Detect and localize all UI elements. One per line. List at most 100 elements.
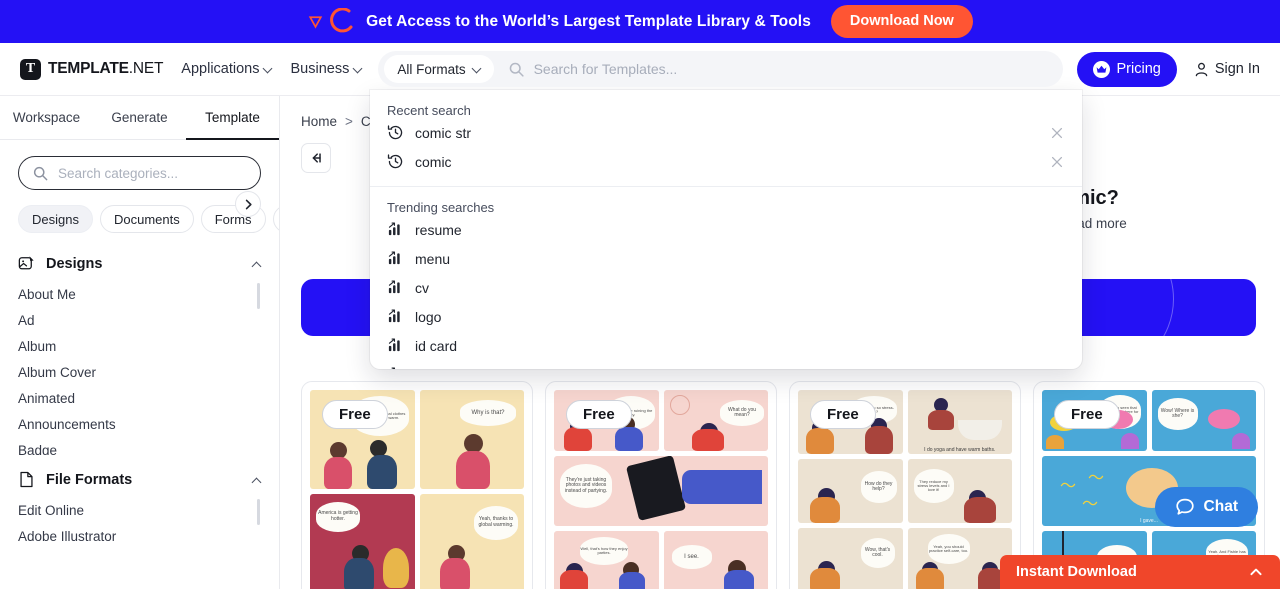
chevron-right-icon	[245, 199, 252, 209]
recent-search-text: comic str	[415, 124, 471, 141]
logo-text: TEMPLATE.NET	[48, 60, 163, 78]
close-icon[interactable]	[1049, 125, 1065, 141]
chevron-down-icon	[473, 65, 481, 73]
chip-documents[interactable]: Documents	[99, 205, 194, 233]
search-input-wrap	[494, 61, 1057, 78]
search-icon	[509, 62, 524, 77]
sign-in-button[interactable]: Sign In	[1193, 61, 1260, 78]
collapse-sidebar-button[interactable]	[301, 143, 331, 173]
pricing-label: Pricing	[1116, 61, 1161, 77]
comic-panel: America is getting hotter.	[310, 493, 415, 589]
trending-search-text: menu	[415, 250, 451, 267]
search-icon	[33, 166, 48, 180]
comic-panel: Yeah, you should practice self-care, too…	[907, 528, 1012, 589]
template-card[interactable]: Free Ugh, they are ruining the party. Wh…	[545, 381, 777, 589]
comic-panel: I see.	[663, 531, 768, 589]
chat-widget-button[interactable]: Chat	[1154, 487, 1258, 527]
all-formats-label: All Formats	[397, 61, 466, 77]
crown-icon	[1092, 60, 1110, 78]
sidebar-item-album[interactable]: Album	[0, 333, 279, 359]
header-actions: Pricing Sign In	[1076, 51, 1260, 87]
history-icon	[387, 154, 403, 169]
sidebar-item-announcements[interactable]: Announcements	[0, 411, 279, 437]
collapse-left-icon	[312, 153, 321, 163]
logo[interactable]: T TEMPLATE.NET	[20, 58, 163, 80]
sidebar-section-designs[interactable]: Designs	[0, 255, 279, 272]
tab-generate[interactable]: Generate	[93, 96, 186, 139]
download-now-button[interactable]: Download Now	[830, 5, 973, 38]
comic-panel: Wow! Where is she?	[1151, 390, 1256, 451]
recent-search-item[interactable]: comic	[370, 147, 1082, 176]
trending-search-item[interactable]: logo	[370, 302, 1082, 331]
trending-search-item[interactable]: resume	[370, 215, 1082, 244]
designs-scrollbar-thumb[interactable]	[257, 283, 260, 309]
crown-glyph	[1096, 65, 1106, 73]
nav-item-applications[interactable]: Applications	[181, 61, 272, 77]
recent-search-item[interactable]: comic str	[370, 118, 1082, 147]
comic-panel: How do they help?	[798, 459, 903, 523]
sidebar-item-edit-online[interactable]: Edit Online	[0, 497, 279, 523]
sidebar-tabs: Workspace Generate Template	[0, 96, 279, 140]
comic-panel: Well, that's how they enjoy parties.	[554, 531, 659, 589]
close-icon[interactable]	[1049, 154, 1065, 170]
all-formats-dropdown[interactable]: All Formats	[384, 55, 494, 83]
nav-item-business[interactable]: Business	[290, 61, 362, 77]
tab-workspace[interactable]: Workspace	[0, 96, 93, 139]
chips-next-button[interactable]	[235, 191, 261, 217]
chat-bubble-icon	[1175, 498, 1194, 515]
sidebar-section-file-formats-title: File Formats	[46, 471, 133, 488]
sidebar-item-badge[interactable]: Badge	[0, 437, 279, 456]
trending-search-text: free	[415, 367, 1065, 370]
comic-panel: They reduce my stress levels and I love …	[907, 459, 1012, 523]
chevron-up-icon	[253, 476, 261, 484]
trending-search-text: logo	[415, 308, 442, 325]
breadcrumb-home[interactable]: Home	[301, 114, 337, 129]
trending-search-text: id card	[415, 337, 458, 354]
chat-label: Chat	[1203, 498, 1238, 515]
template-card[interactable]: Free How are you so stress-free? I do yo…	[789, 381, 1021, 589]
trending-search-item[interactable]: cv	[370, 273, 1082, 302]
sidebar: Workspace Generate Template Designs Docu…	[0, 96, 280, 589]
trending-search-text: resume	[415, 221, 462, 238]
file-formats-scrollbar-thumb[interactable]	[257, 499, 260, 525]
comic-panel: What do you mean?	[663, 390, 768, 451]
trending-search-item[interactable]: id card	[370, 331, 1082, 360]
trending-search-item[interactable]: menu	[370, 244, 1082, 273]
sidebar-section-designs-title: Designs	[46, 255, 103, 272]
pricing-button[interactable]: Pricing	[1076, 51, 1177, 87]
free-badge: Free	[810, 400, 876, 429]
sidebar-file-formats-list: Edit Online Adobe Illustrator	[0, 497, 279, 549]
sidebar-designs-list: About Me Ad Album Album Cover Animated A…	[0, 281, 279, 455]
sidebar-section-file-formats[interactable]: File Formats	[0, 471, 279, 488]
sidebar-item-animated[interactable]: Animated	[0, 385, 279, 411]
chip-designs[interactable]: Designs	[18, 205, 93, 233]
category-search-input[interactable]	[58, 165, 247, 181]
designs-icon	[18, 256, 34, 270]
promo-text: Get Access to the World’s Largest Templa…	[366, 12, 811, 30]
page-root: Get Access to the World’s Largest Templa…	[0, 0, 1280, 589]
logo-light: .NET	[128, 60, 164, 77]
trending-chart-icon	[388, 222, 400, 236]
breadcrumb-separator: >	[345, 114, 353, 129]
chip-more[interactable]: D	[272, 205, 279, 233]
sidebar-item-album-cover[interactable]: Album Cover	[0, 359, 279, 385]
category-search[interactable]	[18, 156, 261, 190]
sidebar-item-about-me[interactable]: About Me	[0, 281, 279, 307]
logo-bold: TEMPLATE	[48, 60, 129, 77]
trending-chart-icon	[388, 338, 400, 352]
instant-download-bar[interactable]: Instant Download	[1000, 555, 1280, 589]
free-badge: Free	[322, 400, 388, 429]
search-bar: All Formats	[378, 51, 1063, 87]
trending-chart-icon	[388, 309, 400, 323]
site-header: T TEMPLATE.NET Applications Business All…	[0, 43, 1280, 96]
tab-template[interactable]: Template	[186, 96, 279, 140]
search-input[interactable]	[533, 61, 1057, 77]
sidebar-item-ad[interactable]: Ad	[0, 307, 279, 333]
trending-search-item[interactable]: free	[370, 360, 1082, 369]
template-card[interactable]: Free I had to wear medical clothes anymo…	[301, 381, 533, 589]
free-badge: Free	[1054, 400, 1120, 429]
promo-decoration	[307, 7, 356, 36]
sidebar-item-adobe-illustrator[interactable]: Adobe Illustrator	[0, 523, 279, 549]
history-icon	[387, 125, 403, 140]
free-badge: Free	[566, 400, 632, 429]
